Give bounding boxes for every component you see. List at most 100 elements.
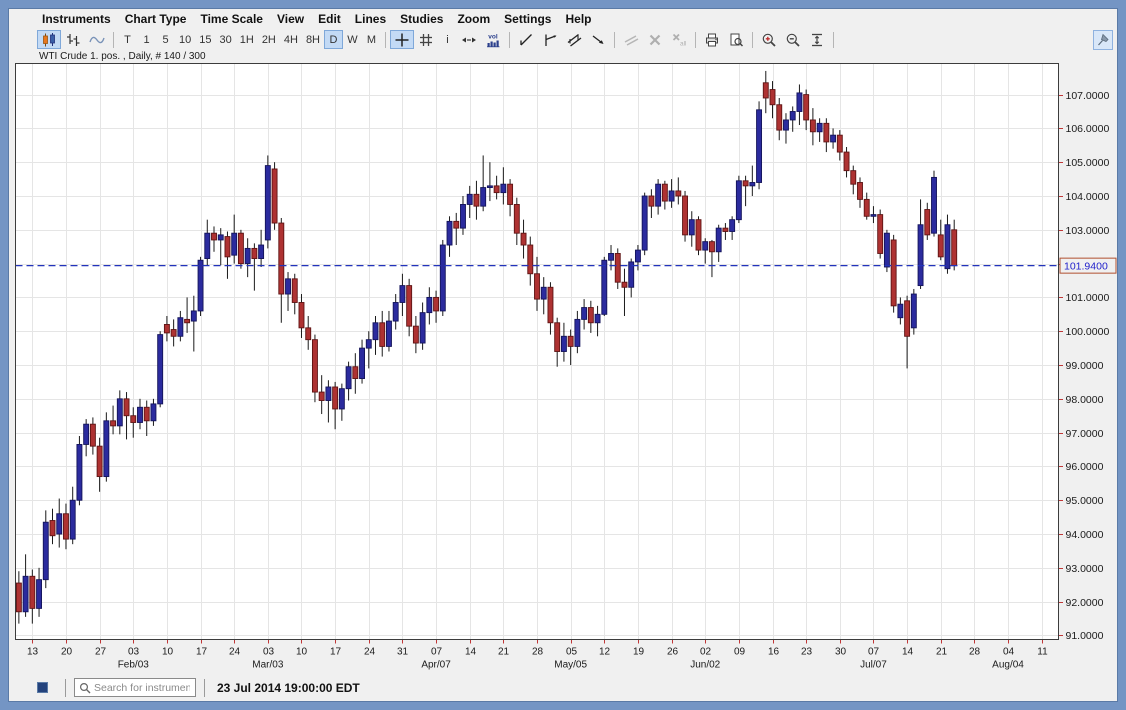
svg-text:Feb/03: Feb/03 [118, 659, 150, 670]
volume-button[interactable]: vol [481, 30, 505, 49]
tf-2h-button[interactable]: 2H [258, 30, 280, 49]
print-preview-button[interactable] [724, 30, 748, 49]
svg-text:20: 20 [61, 646, 73, 657]
svg-text:104.0000: 104.0000 [1066, 191, 1110, 203]
svg-text:101.9400: 101.9400 [1064, 260, 1108, 272]
info-button[interactable]: i [438, 30, 457, 49]
parallel-channel-button[interactable] [562, 30, 586, 49]
tf-30-button[interactable]: 30 [216, 30, 236, 49]
menubar: Instruments Chart Type Time Scale View Edit L… [9, 9, 1117, 29]
svg-text:100.0000: 100.0000 [1066, 326, 1110, 338]
tf-4h-button[interactable]: 4H [280, 30, 302, 49]
tf-8h-button[interactable]: 8H [302, 30, 324, 49]
candlestick-chart-button[interactable] [37, 30, 61, 50]
menu-edit[interactable]: Edit [311, 10, 348, 28]
ohlc-bars-button[interactable] [61, 30, 85, 49]
scroll-horizontal-button[interactable] [457, 30, 481, 49]
zoom-out-button[interactable] [781, 30, 805, 49]
panel-grip-button[interactable] [37, 682, 48, 694]
svg-text:10: 10 [296, 646, 308, 657]
menu-time-scale[interactable]: Time Scale [193, 10, 269, 28]
svg-text:Jun/02: Jun/02 [690, 659, 720, 670]
svg-text:28: 28 [969, 646, 981, 657]
tf-daily-button[interactable]: D [324, 30, 343, 50]
svg-text:30: 30 [835, 646, 847, 657]
tf-15-button[interactable]: 15 [195, 30, 215, 49]
svg-text:21: 21 [936, 646, 948, 657]
svg-text:31: 31 [397, 646, 409, 657]
menu-view[interactable]: View [270, 10, 311, 28]
menu-lines[interactable]: Lines [348, 10, 393, 28]
grid-button[interactable] [414, 30, 438, 49]
svg-text:24: 24 [364, 646, 376, 657]
line-chart-button[interactable] [85, 30, 109, 49]
price-chart[interactable]: 91.0000 92.0000 93.0000 94.0000 95.0000 96.00… [9, 62, 1118, 675]
menu-chart-type[interactable]: Chart Type [118, 10, 194, 28]
menu-instruments[interactable]: Instruments [35, 10, 118, 28]
tf-monthly-button[interactable]: M [362, 30, 381, 49]
tf-weekly-button[interactable]: W [343, 30, 362, 49]
svg-text:91.0000: 91.0000 [1066, 630, 1104, 642]
svg-text:95.0000: 95.0000 [1066, 495, 1104, 507]
svg-text:vol: vol [488, 33, 498, 40]
menu-studies[interactable]: Studies [393, 10, 450, 28]
tf-tick-button[interactable]: T [118, 30, 137, 49]
fit-vertical-button[interactable] [805, 30, 829, 49]
svg-text:10: 10 [162, 646, 174, 657]
svg-text:107.0000: 107.0000 [1066, 90, 1110, 102]
time-axis[interactable]: 13 20 27 03 10 17 24 03 10 17 24 31 07 14 21 28 05 12 19 26… [27, 639, 1048, 670]
svg-text:27: 27 [95, 646, 107, 657]
tf-1h-button[interactable]: 1H [236, 30, 258, 49]
trend-ray-button[interactable] [538, 30, 562, 49]
toolbar-separator [695, 31, 696, 48]
svg-text:101.0000: 101.0000 [1066, 292, 1110, 304]
delete-drawing-button[interactable] [643, 30, 667, 49]
svg-text:16: 16 [768, 646, 780, 657]
svg-text:93.0000: 93.0000 [1066, 563, 1104, 575]
pin-panel-button[interactable] [1093, 29, 1113, 50]
zoom-in-button[interactable] [757, 30, 781, 49]
svg-text:12: 12 [599, 646, 611, 657]
tf-10-button[interactable]: 10 [175, 30, 195, 49]
separator [65, 678, 66, 697]
svg-text:19: 19 [633, 646, 645, 657]
svg-text:24: 24 [229, 646, 241, 657]
menu-zoom[interactable]: Zoom [450, 10, 497, 28]
svg-text:14: 14 [465, 646, 477, 657]
svg-text:14: 14 [902, 646, 914, 657]
svg-text:92.0000: 92.0000 [1066, 597, 1104, 609]
svg-text:03: 03 [128, 646, 140, 657]
last-price-label: 101.9400 [1059, 257, 1117, 274]
trend-line-button[interactable] [514, 30, 538, 49]
search-icon [79, 682, 91, 694]
svg-text:103.0000: 103.0000 [1066, 225, 1110, 237]
crosshair-button[interactable] [390, 30, 414, 50]
instrument-search-box[interactable] [74, 678, 196, 698]
svg-text:26: 26 [667, 646, 679, 657]
menu-settings[interactable]: Settings [497, 10, 558, 28]
svg-text:07: 07 [868, 646, 880, 657]
svg-text:96.0000: 96.0000 [1066, 461, 1104, 473]
price-axis[interactable]: 91.0000 92.0000 93.0000 94.0000 95.0000 96.00… [1058, 90, 1110, 642]
svg-text:04: 04 [1003, 646, 1015, 657]
svg-text:09: 09 [734, 646, 746, 657]
svg-text:May/05: May/05 [554, 659, 587, 670]
toolbar-separator [385, 31, 386, 48]
menu-help[interactable]: Help [558, 10, 598, 28]
tf-5-button[interactable]: 5 [156, 30, 175, 49]
svg-text:28: 28 [532, 646, 544, 657]
arrow-line-button[interactable] [586, 30, 610, 49]
last-update-timestamp: 23 Jul 2014 19:00:00 EDT [217, 680, 360, 695]
toolbar: T 1 5 10 15 30 1H 2H 4H 8H D W Mi vol all [9, 29, 1117, 51]
parallel-lines-button[interactable] [619, 30, 643, 49]
tf-1-button[interactable]: 1 [137, 30, 156, 49]
search-input[interactable] [94, 681, 190, 694]
svg-text:21: 21 [498, 646, 510, 657]
delete-all-drawings-button[interactable]: all [667, 30, 691, 49]
print-button[interactable] [700, 30, 724, 49]
svg-text:11: 11 [1037, 646, 1048, 657]
toolbar-separator [113, 31, 114, 48]
status-bar: 23 Jul 2014 19:00:00 EDT [9, 675, 1117, 701]
svg-text:all: all [680, 40, 687, 47]
svg-text:Apr/07: Apr/07 [421, 659, 451, 670]
